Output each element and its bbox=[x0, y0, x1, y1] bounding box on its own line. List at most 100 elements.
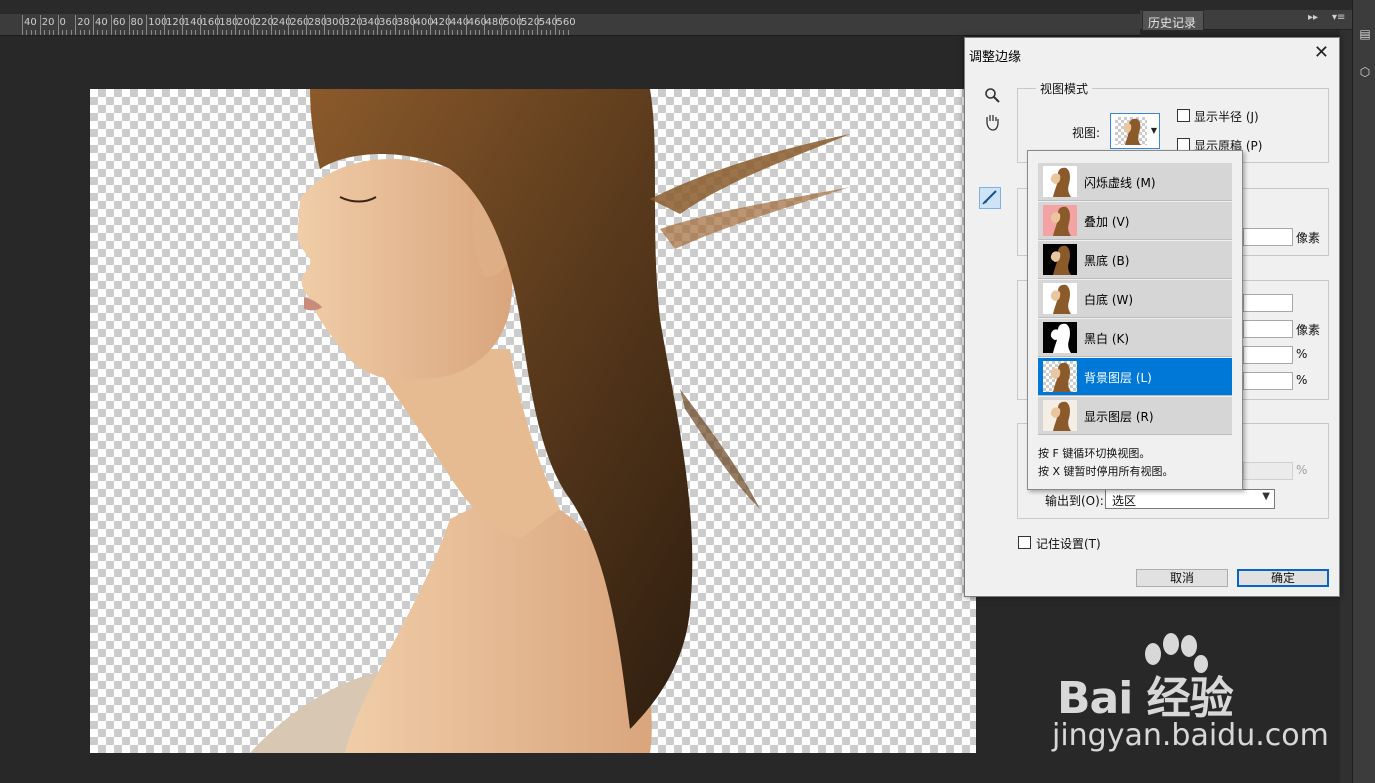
zoom-tool-icon[interactable] bbox=[981, 87, 1003, 109]
panel-collapse-icon[interactable]: ▸▸ bbox=[1308, 12, 1318, 23]
menu-item-label: 黑白 (K) bbox=[1084, 332, 1130, 346]
ruler-tick-label: 20 bbox=[77, 17, 90, 28]
document-canvas[interactable] bbox=[90, 89, 976, 753]
3d-panel-icon[interactable]: ⬡ bbox=[1357, 64, 1373, 80]
ok-button[interactable]: 确定 bbox=[1237, 569, 1329, 587]
on-layers-thumb-icon bbox=[1043, 361, 1077, 392]
menu-item-on-white[interactable]: 白底 (W) bbox=[1038, 280, 1232, 318]
shift-edge-input[interactable] bbox=[1243, 372, 1293, 390]
ruler-minor-tick bbox=[243, 30, 245, 35]
ruler-minor-tick bbox=[332, 30, 334, 35]
ruler-minor-tick bbox=[212, 30, 214, 35]
ruler-major-tick bbox=[483, 15, 485, 35]
ruler-minor-tick bbox=[283, 30, 285, 35]
feather-unit: 像素 bbox=[1296, 323, 1321, 337]
ruler-minor-tick bbox=[439, 30, 441, 35]
ruler-tick-label: 80 bbox=[130, 17, 144, 28]
on-black-thumb-icon bbox=[1043, 244, 1077, 275]
decontaminate-amount-input[interactable] bbox=[1243, 462, 1293, 480]
ruler-minor-tick bbox=[314, 30, 316, 35]
menu-item-marching-ants[interactable]: 闪烁虚线 (M) bbox=[1038, 163, 1232, 201]
ruler-minor-tick bbox=[337, 30, 339, 35]
output-to-select[interactable]: 选区 ▼ bbox=[1105, 489, 1275, 509]
ruler-minor-tick bbox=[190, 30, 192, 35]
on-white-thumb-icon bbox=[1043, 283, 1077, 314]
ruler-minor-tick bbox=[470, 30, 472, 35]
ruler-minor-tick bbox=[53, 30, 55, 35]
ruler-minor-tick bbox=[381, 30, 383, 35]
menu-item-overlay[interactable]: 叠加 (V) bbox=[1038, 202, 1232, 240]
ruler-minor-tick bbox=[186, 30, 188, 35]
ruler-minor-tick bbox=[567, 30, 569, 35]
radius-input[interactable] bbox=[1243, 228, 1293, 246]
side-dock: ▤ ⬡ bbox=[1352, 0, 1375, 783]
ruler-minor-tick bbox=[390, 30, 392, 35]
ruler-minor-tick bbox=[115, 30, 117, 35]
decontaminate-unit: % bbox=[1296, 463, 1308, 477]
contrast-unit: % bbox=[1296, 347, 1308, 361]
reveal-layer-thumb-icon bbox=[1043, 400, 1077, 431]
ruler-minor-tick bbox=[79, 30, 81, 35]
history-panel-icon[interactable]: ▤ bbox=[1357, 26, 1373, 42]
tab-history[interactable]: 历史记录 bbox=[1142, 10, 1204, 30]
cancel-button[interactable]: 取消 bbox=[1136, 569, 1228, 587]
feather-input[interactable] bbox=[1243, 320, 1293, 338]
ruler-minor-tick bbox=[558, 30, 560, 35]
hand-tool-icon[interactable] bbox=[981, 113, 1003, 135]
ruler-minor-tick bbox=[274, 30, 276, 35]
ruler-minor-tick bbox=[310, 30, 312, 35]
ruler-minor-tick bbox=[319, 30, 321, 35]
ruler-major-tick bbox=[323, 15, 325, 35]
ruler-minor-tick bbox=[514, 30, 516, 35]
show-radius-checkbox[interactable] bbox=[1177, 109, 1190, 122]
ruler-major-tick bbox=[22, 15, 23, 35]
view-disable-hint: 按 X 键暂时停用所有视图。 bbox=[1038, 465, 1174, 478]
ruler-minor-tick bbox=[292, 30, 294, 35]
horizontal-ruler[interactable]: 40 20 0 20 40 60 80 100 120 140 160 180 200 220 240 260… bbox=[0, 14, 1140, 36]
ruler-minor-tick bbox=[532, 30, 534, 35]
ruler-minor-tick bbox=[510, 30, 512, 35]
chevron-down-icon[interactable]: ▼ bbox=[1149, 114, 1159, 148]
ruler-major-tick bbox=[536, 15, 538, 35]
ruler-major-tick bbox=[146, 15, 148, 35]
view-mode-menu: 闪烁虚线 (M) 叠加 (V) 黑底 (B) 白底 (W) 黑白 (K) 背景图… bbox=[1027, 150, 1243, 490]
menu-item-reveal-layer[interactable]: 显示图层 (R) bbox=[1038, 397, 1232, 435]
ruler-minor-tick bbox=[44, 30, 46, 35]
ruler-major-tick bbox=[448, 15, 449, 35]
menu-item-on-black[interactable]: 黑底 (B) bbox=[1038, 241, 1232, 279]
smooth-input[interactable] bbox=[1243, 294, 1293, 312]
ruler-minor-tick bbox=[328, 30, 330, 35]
ruler-minor-tick bbox=[297, 30, 299, 35]
watermark-brand: Bai 经验 bbox=[1057, 673, 1234, 724]
ruler-minor-tick bbox=[168, 30, 170, 35]
ruler-minor-tick bbox=[385, 30, 387, 35]
contrast-input[interactable] bbox=[1243, 346, 1293, 364]
view-cycle-hint: 按 F 键循环切换视图。 bbox=[1038, 447, 1151, 460]
ruler-minor-tick bbox=[408, 30, 410, 35]
menu-item-black-white[interactable]: 黑白 (K) bbox=[1038, 319, 1232, 357]
ruler-tick-label: 560 bbox=[556, 17, 576, 28]
ruler-minor-tick bbox=[372, 30, 374, 35]
ruler-minor-tick bbox=[479, 30, 481, 35]
ruler-minor-tick bbox=[248, 30, 250, 35]
close-icon[interactable]: ✕ bbox=[1314, 42, 1329, 63]
view-dropdown[interactable]: ▼ bbox=[1110, 113, 1160, 149]
panel-menu-icon[interactable]: ▾≡ bbox=[1332, 12, 1345, 23]
ruler-major-tick bbox=[519, 15, 520, 35]
ruler-minor-tick bbox=[563, 30, 565, 35]
refine-brush-icon[interactable] bbox=[979, 187, 1001, 209]
view-label: 视图: bbox=[1072, 126, 1101, 140]
remember-settings-checkbox[interactable] bbox=[1018, 536, 1031, 549]
ruler-minor-tick bbox=[119, 30, 121, 35]
ruler-minor-tick bbox=[132, 30, 134, 35]
ruler-minor-tick bbox=[35, 30, 37, 35]
panel-scrollbar[interactable] bbox=[1340, 30, 1352, 783]
dialog-title: 调整边缘 bbox=[969, 50, 1022, 65]
menu-item-label: 显示图层 (R) bbox=[1084, 410, 1154, 424]
view-preview-thumb bbox=[1115, 117, 1147, 145]
menu-item-on-layers[interactable]: 背景图层 (L) bbox=[1038, 358, 1232, 396]
ruler-minor-tick bbox=[421, 30, 423, 35]
ruler-tick-label: 40 bbox=[95, 17, 108, 28]
ruler-minor-tick bbox=[523, 30, 525, 35]
ruler-minor-tick bbox=[124, 30, 126, 35]
